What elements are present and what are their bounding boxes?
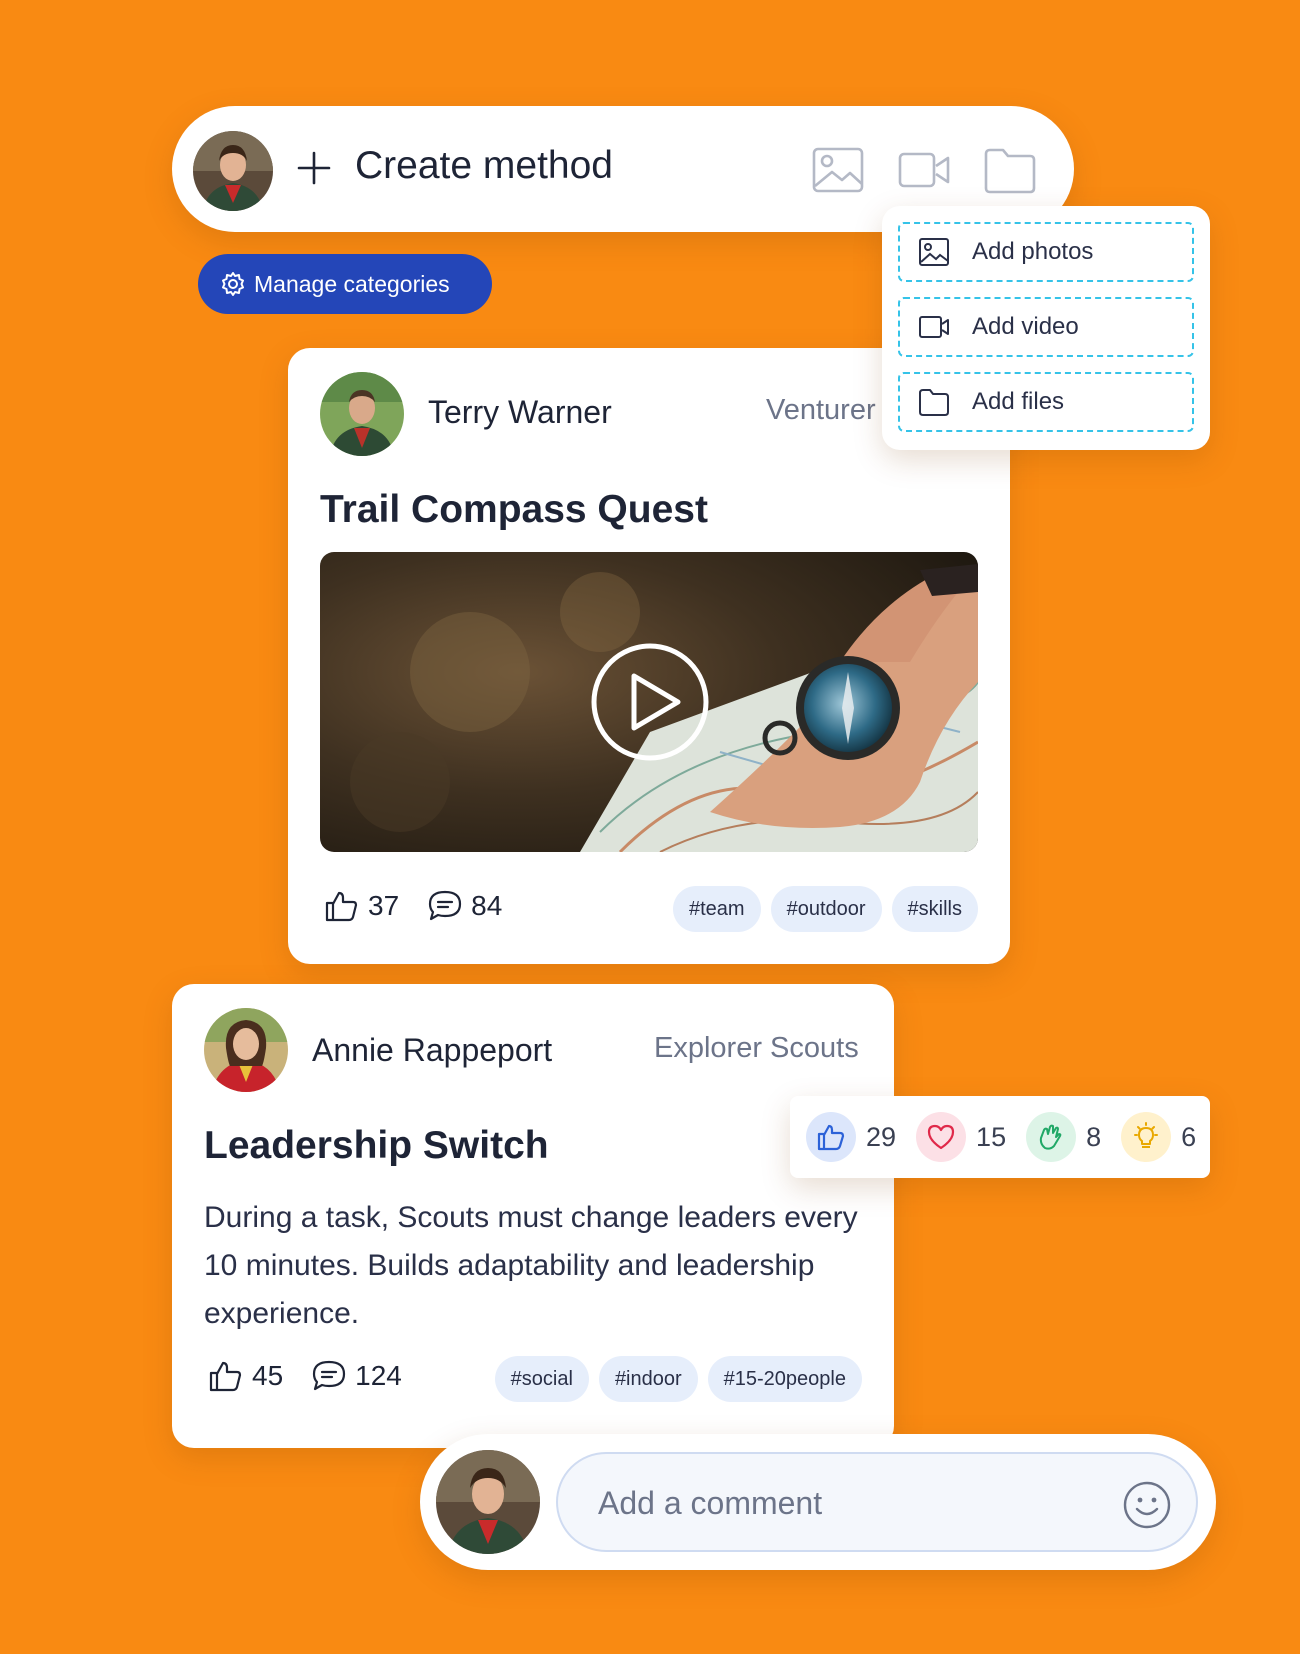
composer-avatar [193, 131, 273, 211]
add-files-label: Add files [972, 388, 1065, 415]
tag-chip[interactable]: #team [672, 886, 761, 932]
video-camera-icon[interactable] [898, 146, 950, 194]
post-title[interactable]: Leadership Switch [204, 1124, 549, 1168]
reaction-count: 8 [1086, 1121, 1102, 1152]
tag-chip[interactable]: #skills [891, 886, 978, 932]
tag-chip[interactable]: #social [494, 1356, 589, 1402]
comment-button[interactable]: 84 [427, 888, 502, 924]
comment-count: 84 [471, 890, 503, 921]
post-card: Annie Rappeport Explorer Scouts Leadersh… [172, 984, 894, 1448]
comment-field [556, 1452, 1198, 1552]
author-group: Venturer [766, 394, 876, 426]
like-button[interactable]: 37 [324, 888, 399, 924]
reaction-like[interactable]: 29 [806, 1112, 896, 1162]
reaction-love[interactable]: 15 [916, 1112, 1006, 1162]
author-group: Explorer Scouts [654, 1032, 859, 1064]
comment-icon [313, 1360, 346, 1391]
post-stats: 45 124 [208, 1358, 430, 1394]
thumbs-up-icon [325, 891, 358, 922]
plus-icon [297, 151, 331, 185]
comment-count: 124 [355, 1360, 402, 1391]
image-icon [919, 238, 949, 266]
comment-bar [420, 1434, 1216, 1570]
image-icon[interactable] [812, 146, 864, 194]
add-photos-item[interactable]: Add photos [898, 222, 1194, 282]
comment-button[interactable]: 124 [311, 1358, 402, 1394]
thumbs-up-icon [209, 1361, 242, 1392]
add-video-item[interactable]: Add video [898, 297, 1194, 357]
like-count: 45 [252, 1360, 284, 1391]
comment-icon [429, 890, 462, 921]
clap-icon [1026, 1112, 1077, 1162]
smiley-icon[interactable] [1122, 1480, 1172, 1530]
reaction-clap[interactable]: 8 [1026, 1112, 1101, 1162]
comment-input[interactable] [598, 1478, 1098, 1528]
manage-categories-label: Manage categories [254, 270, 450, 297]
play-button[interactable] [590, 642, 710, 762]
post-title[interactable]: Trail Compass Quest [320, 488, 708, 532]
tag-chip[interactable]: #15-20people [707, 1356, 862, 1402]
post-stats: 37 84 [324, 888, 530, 924]
add-photos-label: Add photos [972, 238, 1094, 265]
lightbulb-icon [1121, 1112, 1172, 1162]
thumbs-up-icon [806, 1112, 856, 1162]
manage-categories-button[interactable]: Manage categories [198, 254, 492, 314]
gear-icon [222, 272, 244, 296]
author-name[interactable]: Annie Rappeport [312, 1032, 552, 1069]
commenter-avatar [436, 1450, 540, 1554]
reaction-count: 15 [976, 1121, 1007, 1152]
reaction-count: 6 [1181, 1121, 1197, 1152]
reaction-idea[interactable]: 6 [1121, 1112, 1196, 1162]
tag-chip[interactable]: #indoor [598, 1356, 698, 1402]
like-button[interactable]: 45 [208, 1358, 283, 1394]
folder-icon [919, 389, 949, 416]
create-method-label[interactable]: Create method [355, 144, 613, 188]
author-avatar[interactable] [320, 372, 404, 456]
add-video-label: Add video [972, 313, 1079, 340]
add-files-item[interactable]: Add files [898, 372, 1194, 432]
heart-icon [916, 1112, 967, 1162]
folder-icon[interactable] [984, 146, 1036, 194]
reactions-bar: 29 15 8 6 [790, 1096, 1210, 1178]
author-name[interactable]: Terry Warner [428, 394, 612, 431]
video-camera-icon [919, 316, 949, 338]
tag-list: #team #outdoor #skills [672, 886, 978, 932]
post-body: During a task, Scouts must change leader… [204, 1201, 858, 1330]
author-avatar[interactable] [204, 1008, 288, 1092]
tag-chip[interactable]: #outdoor [770, 886, 882, 932]
video-thumbnail[interactable] [320, 552, 978, 852]
tag-list: #social #indoor #15-20people [494, 1356, 862, 1402]
like-count: 37 [368, 890, 400, 921]
reaction-count: 29 [866, 1121, 897, 1152]
attach-menu: Add photos Add video Add files [882, 206, 1210, 450]
